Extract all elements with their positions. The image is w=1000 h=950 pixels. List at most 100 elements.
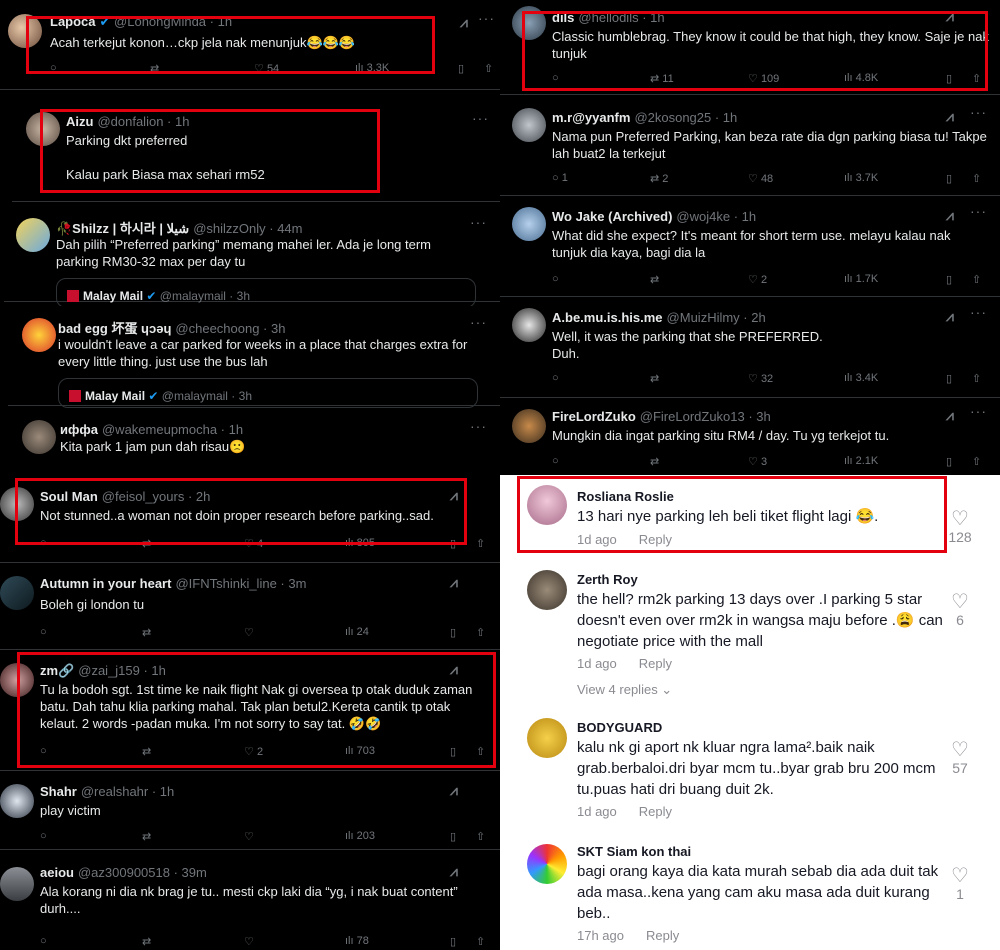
like-button[interactable]: ♡ 54 — [254, 62, 279, 75]
more-icon[interactable]: ··· — [970, 4, 987, 20]
bookmark-icon[interactable]: ▯ — [450, 537, 456, 550]
share-icon[interactable]: ⇧ — [476, 935, 485, 948]
grok-icon[interactable]: ⩘ — [450, 661, 458, 678]
views-button[interactable]: ılı 3.3K — [355, 62, 389, 74]
author-handle[interactable]: @donfalion · 1h — [97, 114, 189, 129]
repost-icon[interactable]: ⇄ — [142, 935, 151, 948]
author-name[interactable]: aeiou — [40, 865, 74, 880]
views-button[interactable]: ılı 1.7K — [844, 273, 878, 285]
author-handle[interactable]: @feisol_yours · 2h — [102, 489, 211, 504]
tweet[interactable]: FireLordZuko @FireLordZuko13 · 3h ⩘ ··· M… — [500, 399, 1000, 475]
tweet[interactable]: 🥀Shilzz | 하시라 | شيلا @shilzzOnly · 44m ··… — [4, 206, 500, 308]
tweet[interactable]: bad egg 坏蛋 ɥɔǝɥ @cheechoong · 3h ··· i wo… — [8, 306, 500, 408]
author-name[interactable]: иффа — [60, 422, 98, 437]
avatar[interactable] — [26, 112, 60, 146]
tweet[interactable]: иффа @wakemeupmocha · 1h ··· Kita park 1 … — [10, 410, 500, 475]
bookmark-icon[interactable]: ▯ — [946, 273, 952, 286]
views-button[interactable]: ılı 805 — [345, 537, 375, 549]
grok-icon[interactable]: ⩘ — [946, 8, 954, 25]
reply-icon[interactable]: ○ — [552, 372, 559, 384]
more-icon[interactable]: ··· — [970, 304, 987, 320]
author-handle[interactable]: @FireLordZuko13 · 3h — [640, 409, 771, 424]
avatar[interactable] — [527, 570, 567, 610]
tweet[interactable]: m.r@yyanfm @2kosong25 · 1h ⩘ ··· Nama pun… — [500, 96, 1000, 196]
avatar[interactable] — [512, 308, 546, 342]
more-icon[interactable]: ··· — [470, 418, 487, 434]
views-button[interactable]: ılı 3.7K — [844, 172, 878, 184]
share-icon[interactable]: ⇧ — [972, 72, 981, 85]
reply-button[interactable]: Reply — [639, 804, 672, 819]
grok-icon[interactable]: ⩘ — [450, 487, 458, 504]
views-button[interactable]: ılı 3.4K — [844, 372, 878, 384]
author-handle[interactable]: @MuizHilmy · 2h — [667, 310, 766, 325]
author-name[interactable]: Lapoca — [50, 14, 96, 29]
repost-button[interactable]: ⇄ 2 — [650, 172, 668, 185]
author-handle[interactable]: @2kosong25 · 1h — [634, 110, 737, 125]
quoted-tweet[interactable]: Malay Mail ✔ @malaymail · 3h — [58, 378, 478, 408]
avatar[interactable] — [512, 6, 546, 40]
reply-icon[interactable]: ○ — [40, 537, 47, 549]
repost-icon[interactable]: ⇄ — [650, 455, 659, 468]
reply-icon[interactable]: ○ — [50, 62, 57, 74]
like-icon[interactable]: ♡ — [244, 830, 254, 843]
repost-icon[interactable]: ⇄ — [650, 372, 659, 385]
views-button[interactable]: ılı 703 — [345, 745, 375, 757]
author-name[interactable]: Soul Man — [40, 489, 98, 504]
reply-icon[interactable]: ○ — [552, 72, 559, 84]
repost-icon[interactable]: ⇄ — [142, 745, 151, 758]
author-name[interactable]: Shahr — [40, 784, 77, 799]
comment[interactable]: BODYGUARD kalu nk gi aport nk kluar ngra… — [500, 708, 1000, 838]
more-icon[interactable]: ··· — [970, 104, 987, 120]
bookmark-icon[interactable]: ▯ — [458, 62, 464, 75]
avatar[interactable] — [22, 318, 56, 352]
author-handle[interactable]: @woj4ke · 1h — [676, 209, 756, 224]
view-replies-button[interactable]: View 4 replies ⌄ — [577, 682, 672, 698]
author-handle[interactable]: @zai_j159 · 1h — [78, 663, 166, 678]
author-handle[interactable]: @hellodils · 1h — [578, 10, 664, 25]
author-handle[interactable]: @az300900518 · 39m — [78, 865, 207, 880]
repost-icon[interactable]: ⇄ — [650, 273, 659, 286]
like-button[interactable]: ♡ 6 — [942, 592, 978, 628]
more-icon[interactable]: ··· — [970, 203, 987, 219]
author-name[interactable]: FireLordZuko — [552, 409, 636, 424]
more-icon[interactable]: ··· — [470, 214, 487, 230]
grok-icon[interactable]: ⩘ — [946, 108, 954, 125]
comment-author[interactable]: SKT Siam kon thai — [577, 844, 691, 859]
tweet[interactable]: A.be.mu.is.his.me @MuizHilmy · 2h ⩘ ··· W… — [500, 298, 1000, 398]
grok-icon[interactable]: ⩘ — [460, 14, 468, 31]
tweet[interactable]: zm🔗 @zai_j159 · 1h ⩘ Tu la bodoh sgt. 1st… — [0, 651, 500, 771]
bookmark-icon[interactable]: ▯ — [450, 935, 456, 948]
bookmark-icon[interactable]: ▯ — [450, 830, 456, 843]
bookmark-icon[interactable]: ▯ — [946, 72, 952, 85]
author-handle[interactable]: @shilzzOnly · 44m — [193, 221, 302, 236]
avatar[interactable] — [527, 718, 567, 758]
avatar[interactable] — [527, 485, 567, 525]
like-button[interactable]: ♡ 2 — [244, 745, 263, 758]
reply-icon[interactable]: ○ — [40, 830, 47, 842]
reply-icon[interactable]: ○ — [40, 935, 47, 947]
reply-button[interactable]: Reply — [646, 928, 679, 943]
repost-button[interactable]: ⇄ 11 — [650, 72, 674, 85]
more-icon[interactable]: ··· — [970, 403, 987, 419]
reply-icon[interactable]: ○ — [40, 745, 47, 757]
author-handle[interactable]: @IFNTshinki_line · 3m — [175, 576, 306, 591]
avatar[interactable] — [512, 409, 546, 443]
share-icon[interactable]: ⇧ — [972, 372, 981, 385]
grok-icon[interactable]: ⩘ — [450, 782, 458, 799]
views-button[interactable]: ılı 78 — [345, 935, 369, 947]
tweet[interactable]: Soul Man @feisol_yours · 2h ⩘ Not stunned… — [0, 475, 500, 563]
share-icon[interactable]: ⇧ — [972, 172, 981, 185]
grok-icon[interactable]: ⩘ — [450, 574, 458, 591]
more-icon[interactable]: ··· — [472, 110, 489, 126]
reply-icon[interactable]: ○ — [552, 455, 559, 467]
share-icon[interactable]: ⇧ — [972, 455, 981, 468]
grok-icon[interactable]: ⩘ — [946, 207, 954, 224]
tweet[interactable]: aeiou @az300900518 · 39m ⩘ Ala korang ni … — [0, 851, 500, 950]
comment-author[interactable]: Zerth Roy — [577, 572, 638, 587]
author-handle[interactable]: @realshahr · 1h — [81, 784, 174, 799]
comment-author[interactable]: BODYGUARD — [577, 720, 662, 735]
reply-button[interactable]: Reply — [639, 532, 672, 547]
bookmark-icon[interactable]: ▯ — [450, 626, 456, 639]
author-name[interactable]: Autumn in your heart — [40, 576, 171, 591]
more-icon[interactable]: ··· — [478, 10, 495, 26]
